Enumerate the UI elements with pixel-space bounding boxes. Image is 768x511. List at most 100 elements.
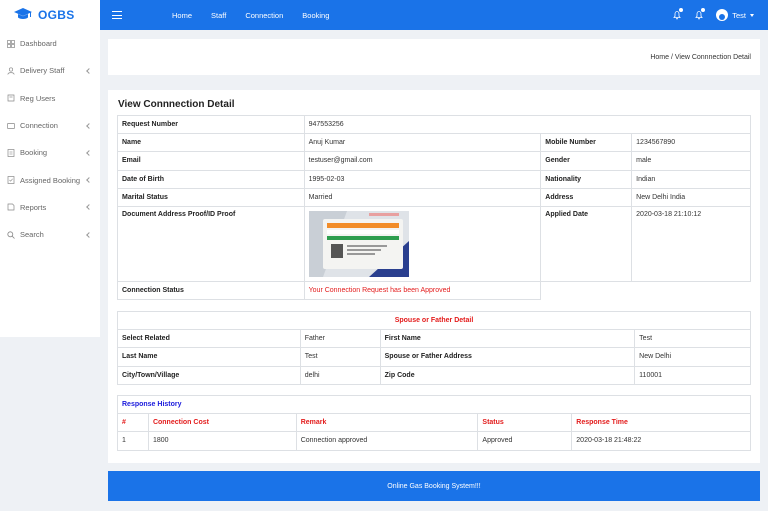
spouse-heading: Spouse or Father Detail [117, 310, 751, 331]
spouse-detail-table: Spouse or Father Detail Select Related F… [117, 310, 751, 385]
id-proof-image[interactable] [308, 210, 409, 277]
notification-bell-icon[interactable] [672, 8, 684, 20]
nav-staff[interactable]: Staff [211, 11, 245, 20]
table-cell: 1800 [147, 431, 297, 451]
proof-label: Document Address Proof/ID Proof [117, 205, 305, 282]
zip-label: Zip Code [379, 365, 636, 385]
sidebar-item-dashboard[interactable]: Dashboard [0, 30, 100, 57]
column-header: Connection Cost [147, 413, 297, 433]
first-name-label: First Name [379, 329, 636, 349]
table-header-row: # Connection Cost Remark Status Response… [117, 413, 751, 433]
table-row: Response History [117, 394, 751, 415]
sidebar-item-assigned-booking[interactable]: Assigned Booking [0, 166, 100, 193]
column-header: Status [477, 413, 573, 433]
spouse-address-label: Spouse or Father Address [379, 347, 636, 367]
staff-icon [7, 67, 15, 75]
table-row: Name Anuj Kumar Mobile Number 1234567890 [117, 133, 751, 153]
address-label: Address [540, 187, 633, 207]
brand-logo[interactable]: OGBS [0, 0, 100, 30]
brand-name: OGBS [38, 8, 75, 22]
connection-status-value: Your Connection Request has been Approve… [303, 280, 542, 301]
select-related-value: Father [299, 329, 381, 349]
sidebar-item-label: Dashboard [20, 39, 57, 49]
mobile-label: Mobile Number [540, 133, 633, 153]
mobile-value: 1234567890 [631, 133, 751, 153]
sidebar-item-search[interactable]: Search [0, 221, 100, 248]
menu-toggle-icon[interactable] [112, 11, 122, 19]
avatar [716, 9, 729, 21]
email-label: Email [117, 151, 305, 171]
sidebar-item-connection[interactable]: Connection [0, 112, 100, 139]
chevron-left-icon [86, 177, 92, 183]
sidebar-item-delivery-staff[interactable]: Delivery Staff [0, 57, 100, 84]
table-row: Select Related Father First Name Test [117, 329, 751, 349]
chevron-left-icon [86, 122, 92, 129]
nav-home[interactable]: Home [172, 11, 211, 20]
connection-icon [7, 122, 15, 130]
first-name-value: Test [634, 329, 751, 349]
column-header: Response Time [571, 413, 751, 433]
table-cell: Connection approved [295, 431, 479, 451]
address-value: New Delhi India [631, 187, 751, 207]
sidebar-item-label: Connection [20, 121, 58, 131]
user-name: Test [732, 10, 746, 20]
name-value: Anuj Kumar [303, 133, 542, 153]
city-label: City/Town/Village [117, 365, 301, 385]
table-row: Request Number 947553256 [117, 114, 752, 135]
chevron-left-icon [86, 149, 92, 156]
email-value: testuser@gmail.com [303, 151, 542, 171]
chevron-left-icon [86, 231, 92, 238]
name-label: Name [117, 133, 305, 153]
connection-detail-table: Request Number 947553256 Name Anuj Kumar… [117, 114, 752, 301]
table-cell: Approved [477, 431, 573, 451]
last-name-value: Test [299, 347, 381, 367]
sidebar-item-label: Reports [20, 202, 47, 212]
nav-booking[interactable]: Booking [302, 11, 343, 20]
nationality-value: Indian [631, 169, 751, 189]
table-cell: 1 [117, 431, 149, 451]
user-menu[interactable]: Test [716, 9, 754, 21]
column-header: # [117, 413, 149, 433]
connection-detail-card: View Connnection Detail Request Number 9… [108, 90, 760, 463]
table-row: Marital Status Married Address New Delhi… [117, 187, 751, 207]
gender-value: male [631, 151, 751, 171]
applied-date-label: Applied Date [540, 205, 633, 282]
last-name-label: Last Name [117, 347, 301, 367]
table-row: Date of Birth 1995-02-03 Nationality Ind… [117, 169, 751, 189]
sidebar-item-label: Assigned Booking [20, 175, 81, 185]
table-cell: 2020-03-18 21:48:22 [571, 431, 751, 451]
table-row: City/Town/Village delhi Zip Code 110001 [117, 365, 751, 385]
request-number-label: Request Number [117, 114, 305, 135]
booking-icon [7, 148, 15, 157]
response-history-table: Response History # Connection Cost Remar… [117, 394, 751, 451]
breadcrumb[interactable]: Home / View Connnection Detail [650, 54, 751, 61]
dashboard-icon [7, 39, 15, 48]
sidebar-item-reg-users[interactable]: Reg Users [0, 85, 100, 112]
nav-connection[interactable]: Connection [245, 11, 302, 20]
table-row: Spouse or Father Detail [117, 310, 751, 331]
request-number-value: 947553256 [303, 114, 752, 135]
sidebar-item-label: Search [20, 230, 44, 240]
select-related-label: Select Related [117, 329, 301, 349]
sidebar: Dashboard Delivery Staff Reg Users Conne… [0, 30, 100, 337]
alert-bell-icon[interactable] [694, 8, 706, 20]
column-header: Remark [295, 413, 479, 433]
chevron-left-icon [86, 68, 92, 74]
sidebar-item-booking[interactable]: Booking [0, 139, 100, 166]
sidebar-item-label: Booking [20, 148, 48, 158]
page-title: View Connnection Detail [118, 99, 235, 110]
marital-value: Married [303, 187, 542, 207]
users-icon [7, 94, 15, 102]
marital-label: Marital Status [117, 187, 305, 207]
table-row: Email testuser@gmail.com Gender male [117, 151, 751, 171]
footer-text: Online Gas Booking System!!! [387, 482, 481, 490]
top-navbar: OGBS Home Staff Connection Booking Test [0, 0, 768, 30]
connection-status-label: Connection Status [117, 280, 305, 301]
table-row: 1 1800 Connection approved Approved 2020… [117, 431, 751, 451]
city-value: delhi [299, 365, 381, 385]
response-history-heading: Response History [117, 394, 751, 415]
sidebar-item-label: Delivery Staff [20, 66, 65, 76]
chevron-left-icon [86, 204, 92, 211]
sidebar-item-reports[interactable]: Reports [0, 194, 100, 221]
table-row: Document Address Proof/ID Proof Applied … [117, 205, 751, 282]
